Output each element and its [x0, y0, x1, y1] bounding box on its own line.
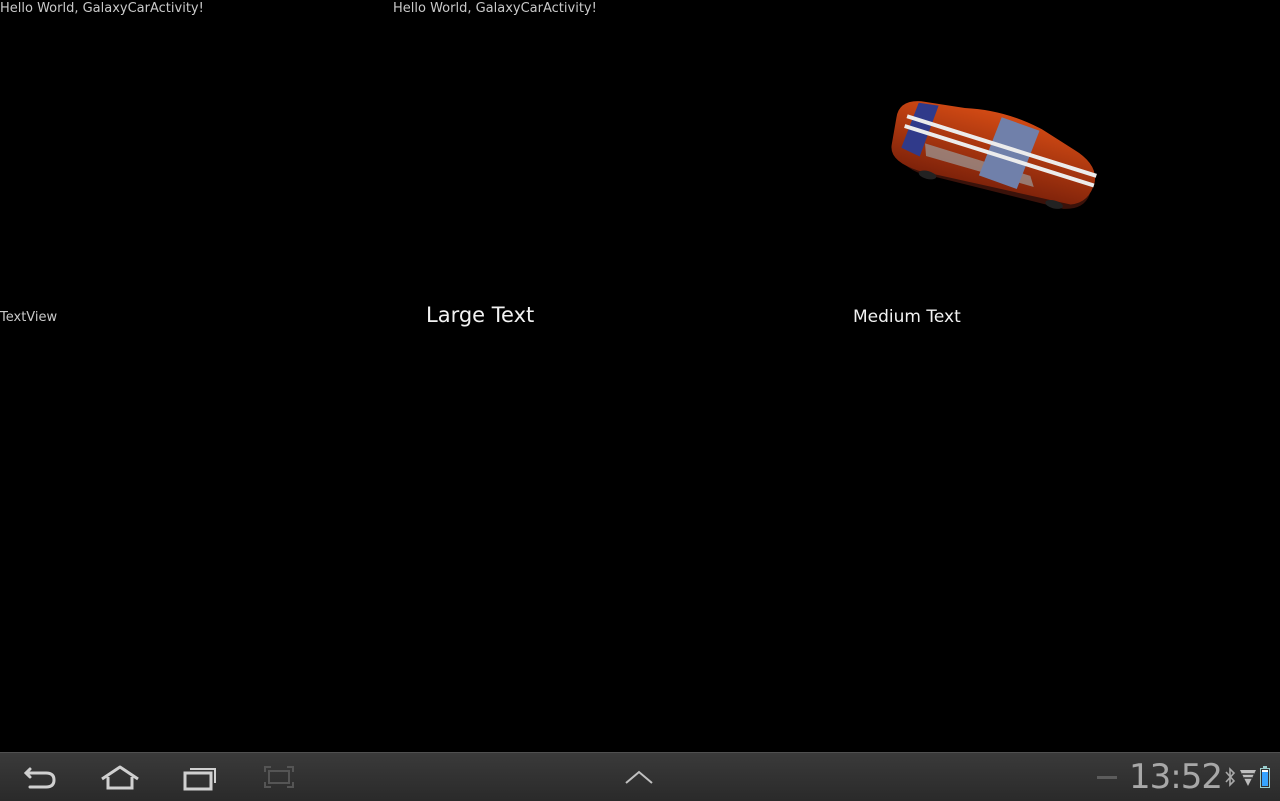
hello-text-left: Hello World, GalaxyCarActivity!	[0, 1, 204, 16]
status-tray[interactable]: 13:52	[1097, 753, 1280, 801]
back-icon	[23, 767, 56, 789]
hello-text-center: Hello World, GalaxyCarActivity!	[393, 1, 597, 16]
large-text-label: Large Text	[426, 303, 535, 327]
menu-up-icon	[625, 770, 653, 784]
textview-label: TextView	[0, 310, 58, 325]
app-content: Hello World, GalaxyCarActivity! Hello Wo…	[0, 0, 1280, 752]
wifi-icon	[1239, 767, 1257, 787]
minus-icon	[1097, 775, 1118, 779]
recent-apps-button[interactable]	[176, 761, 224, 793]
screenshot-button[interactable]	[255, 761, 303, 793]
back-button[interactable]	[16, 761, 64, 793]
car-image	[891, 101, 1097, 209]
menu-up-button[interactable]	[615, 761, 663, 793]
clock: 13:52	[1129, 757, 1223, 797]
home-icon	[101, 765, 139, 790]
recent-apps-icon	[183, 768, 216, 791]
screenshot-icon	[264, 766, 294, 788]
battery-icon	[1260, 766, 1270, 788]
system-navigation-bar: 13:52	[0, 752, 1280, 801]
home-button[interactable]	[96, 761, 144, 793]
bluetooth-icon	[1224, 766, 1236, 788]
medium-text-label: Medium Text	[853, 307, 961, 327]
